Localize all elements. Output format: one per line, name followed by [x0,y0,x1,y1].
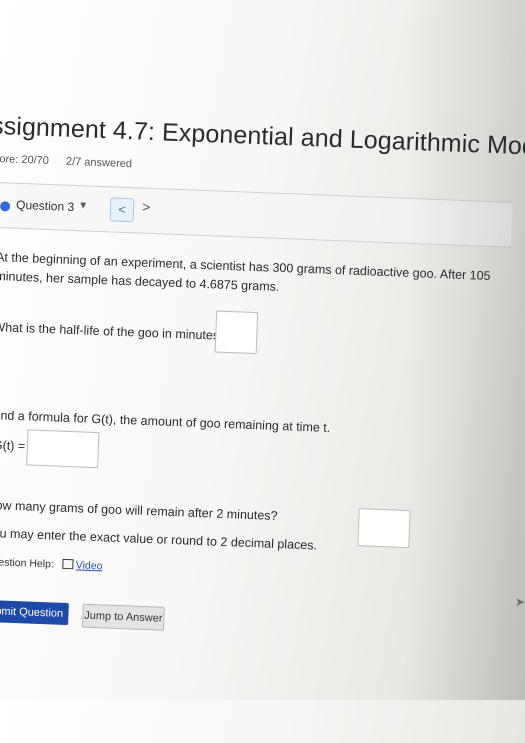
problem-statement: At the beginning of an experiment, a sci… [0,250,491,294]
chevron-down-icon[interactable]: ▼ [78,200,88,211]
rounding-note: You may enter the exact value or round t… [0,525,318,553]
video-icon[interactable] [62,558,74,570]
assignment-page: ssignment 4.7: Exponential and Logarithm… [0,0,525,743]
current-question-dot-icon [0,201,11,212]
remaining-grams-answer-input[interactable] [357,508,411,549]
jump-to-answer-button[interactable]: Jump to Answer [81,603,165,631]
mouse-cursor-icon: ➤ [515,595,525,609]
formula-answer-input[interactable] [26,429,100,469]
next-question-button[interactable]: > [142,199,151,215]
score-text: core: 20/70 [0,152,50,167]
remaining-grams-question: How many grams of goo will remain after … [0,497,278,524]
half-life-answer-input[interactable] [214,310,259,355]
answered-text: 2/7 answered [65,155,133,171]
submit-question-button[interactable]: Submit Question [0,599,69,626]
score-row: core: 20/70 2/7 answered [0,153,146,171]
question-nav-bar: Question 3 ▼ < > [0,181,513,248]
question-selector[interactable]: Question 3 [16,198,75,214]
video-link[interactable]: Video [76,559,103,572]
half-life-question: What is the half-life of the goo in minu… [0,319,227,343]
formula-label: G(t) = [0,438,26,454]
previous-question-button[interactable]: < [109,197,135,223]
question-help-label: Question Help: [0,555,55,571]
question-help: Question Help: Video [0,556,103,573]
